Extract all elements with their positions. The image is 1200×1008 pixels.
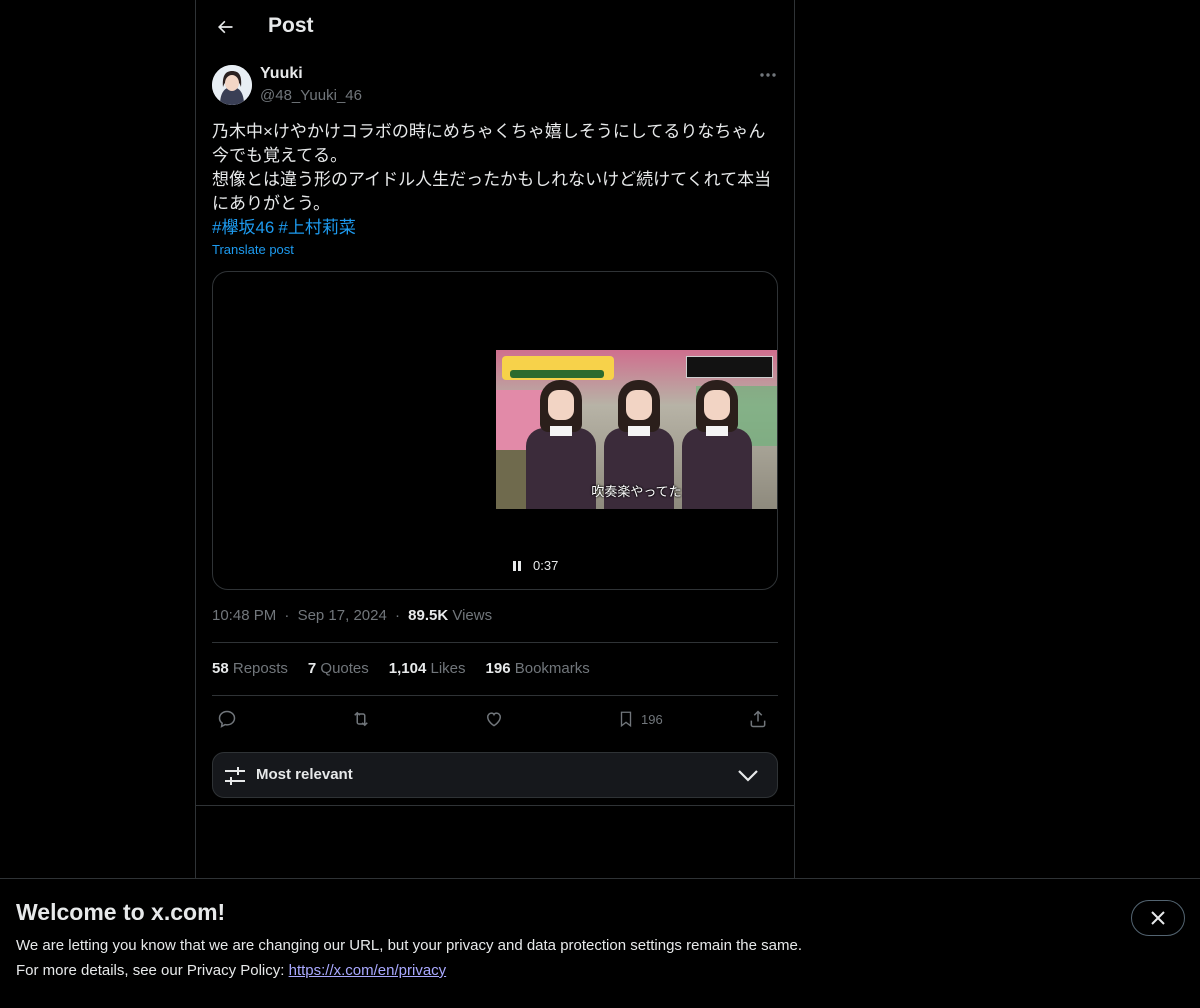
post-date[interactable]: Sep 17, 2024 xyxy=(298,607,387,624)
avatar[interactable] xyxy=(212,65,252,105)
share-button[interactable] xyxy=(748,709,768,729)
quotes-stat[interactable]: 7 Quotes xyxy=(308,660,369,677)
translate-post-link[interactable]: Translate post xyxy=(212,242,294,257)
divider xyxy=(212,695,778,696)
repost-icon xyxy=(354,711,368,727)
sort-label: Most relevant xyxy=(256,766,353,783)
more-icon xyxy=(760,73,776,77)
likes-stat[interactable]: 1,104 Likes xyxy=(389,660,466,677)
video-controls: 0:37 xyxy=(511,558,558,573)
share-icon xyxy=(750,710,766,728)
author-display-name[interactable]: Yuuki xyxy=(260,65,303,83)
reply-icon xyxy=(218,710,236,728)
views-label: Views xyxy=(452,607,493,624)
like-icon xyxy=(486,712,502,727)
divider xyxy=(196,805,794,806)
hashtag-link[interactable]: #欅坂46 xyxy=(212,218,274,237)
video-caption-banner xyxy=(502,356,614,380)
video-caption-banner xyxy=(686,356,773,378)
banner-policy-line: For more details, see our Privacy Policy… xyxy=(16,962,446,979)
banner-message: We are letting you know that we are chan… xyxy=(16,937,802,954)
meta-separator: · xyxy=(394,607,400,624)
reply-button[interactable] xyxy=(217,709,237,729)
video-background-plant xyxy=(496,450,530,509)
video-time: 0:37 xyxy=(533,558,559,573)
bookmark-icon xyxy=(620,711,632,728)
bookmarks-stat[interactable]: 196 Bookmarks xyxy=(486,660,590,677)
pause-icon[interactable] xyxy=(511,560,523,572)
like-button[interactable] xyxy=(484,709,504,729)
tweet-text: 乃木中×けやかけコラボの時にめちゃくちゃ嬉しそうにしてるりなちゃん 今でも覚えて… xyxy=(212,122,772,213)
post-column: Post Yuuki @48_Yuuki_46 乃木中×けやかけコラボの時にめち… xyxy=(195,0,795,1007)
back-button[interactable] xyxy=(208,10,242,44)
close-icon xyxy=(1151,911,1165,925)
more-options-button[interactable] xyxy=(756,64,780,86)
close-banner-button[interactable] xyxy=(1131,900,1185,936)
welcome-banner: Welcome to x.com! We are letting you kno… xyxy=(0,878,1200,1008)
author-handle[interactable]: @48_Yuuki_46 xyxy=(260,87,362,104)
privacy-policy-link[interactable]: https://x.com/en/privacy xyxy=(289,962,447,979)
video-player[interactable]: 吹奏楽やってた 0:37 xyxy=(212,271,778,590)
reposts-stat[interactable]: 58 Reposts xyxy=(212,660,288,677)
banner-title: Welcome to x.com! xyxy=(16,899,226,925)
avatar-image xyxy=(212,65,252,105)
page-title: Post xyxy=(268,14,314,37)
bookmark-count: 196 xyxy=(641,711,663,727)
divider xyxy=(212,642,778,643)
video-subtitle: 吹奏楽やってた xyxy=(591,485,682,500)
video-frame: 吹奏楽やってた xyxy=(496,350,777,509)
meta-separator: · xyxy=(284,607,290,624)
bookmark-button[interactable]: 196 xyxy=(617,709,663,729)
chevron-down-icon xyxy=(738,770,758,782)
reply-sort-dropdown[interactable]: Most relevant xyxy=(212,752,778,798)
banner-policy-text: For more details, see our Privacy Policy… xyxy=(16,962,285,979)
hashtag-list: #欅坂46 #上村莉菜 xyxy=(212,216,360,240)
back-arrow-icon xyxy=(218,20,233,34)
engagement-stats: 58 Reposts 7 Quotes 1,104 Likes 196 Book… xyxy=(212,660,590,677)
views-count: 89.5K xyxy=(408,607,449,624)
post-header: Post xyxy=(196,0,794,53)
post-meta: 10:48 PM · Sep 17, 2024 · 89.5K Views xyxy=(212,607,492,624)
sliders-icon xyxy=(225,767,245,785)
repost-button[interactable] xyxy=(350,709,372,729)
post-time[interactable]: 10:48 PM xyxy=(212,607,276,624)
action-bar: 196 xyxy=(212,709,778,733)
hashtag-link[interactable]: #上村莉菜 xyxy=(278,218,355,237)
